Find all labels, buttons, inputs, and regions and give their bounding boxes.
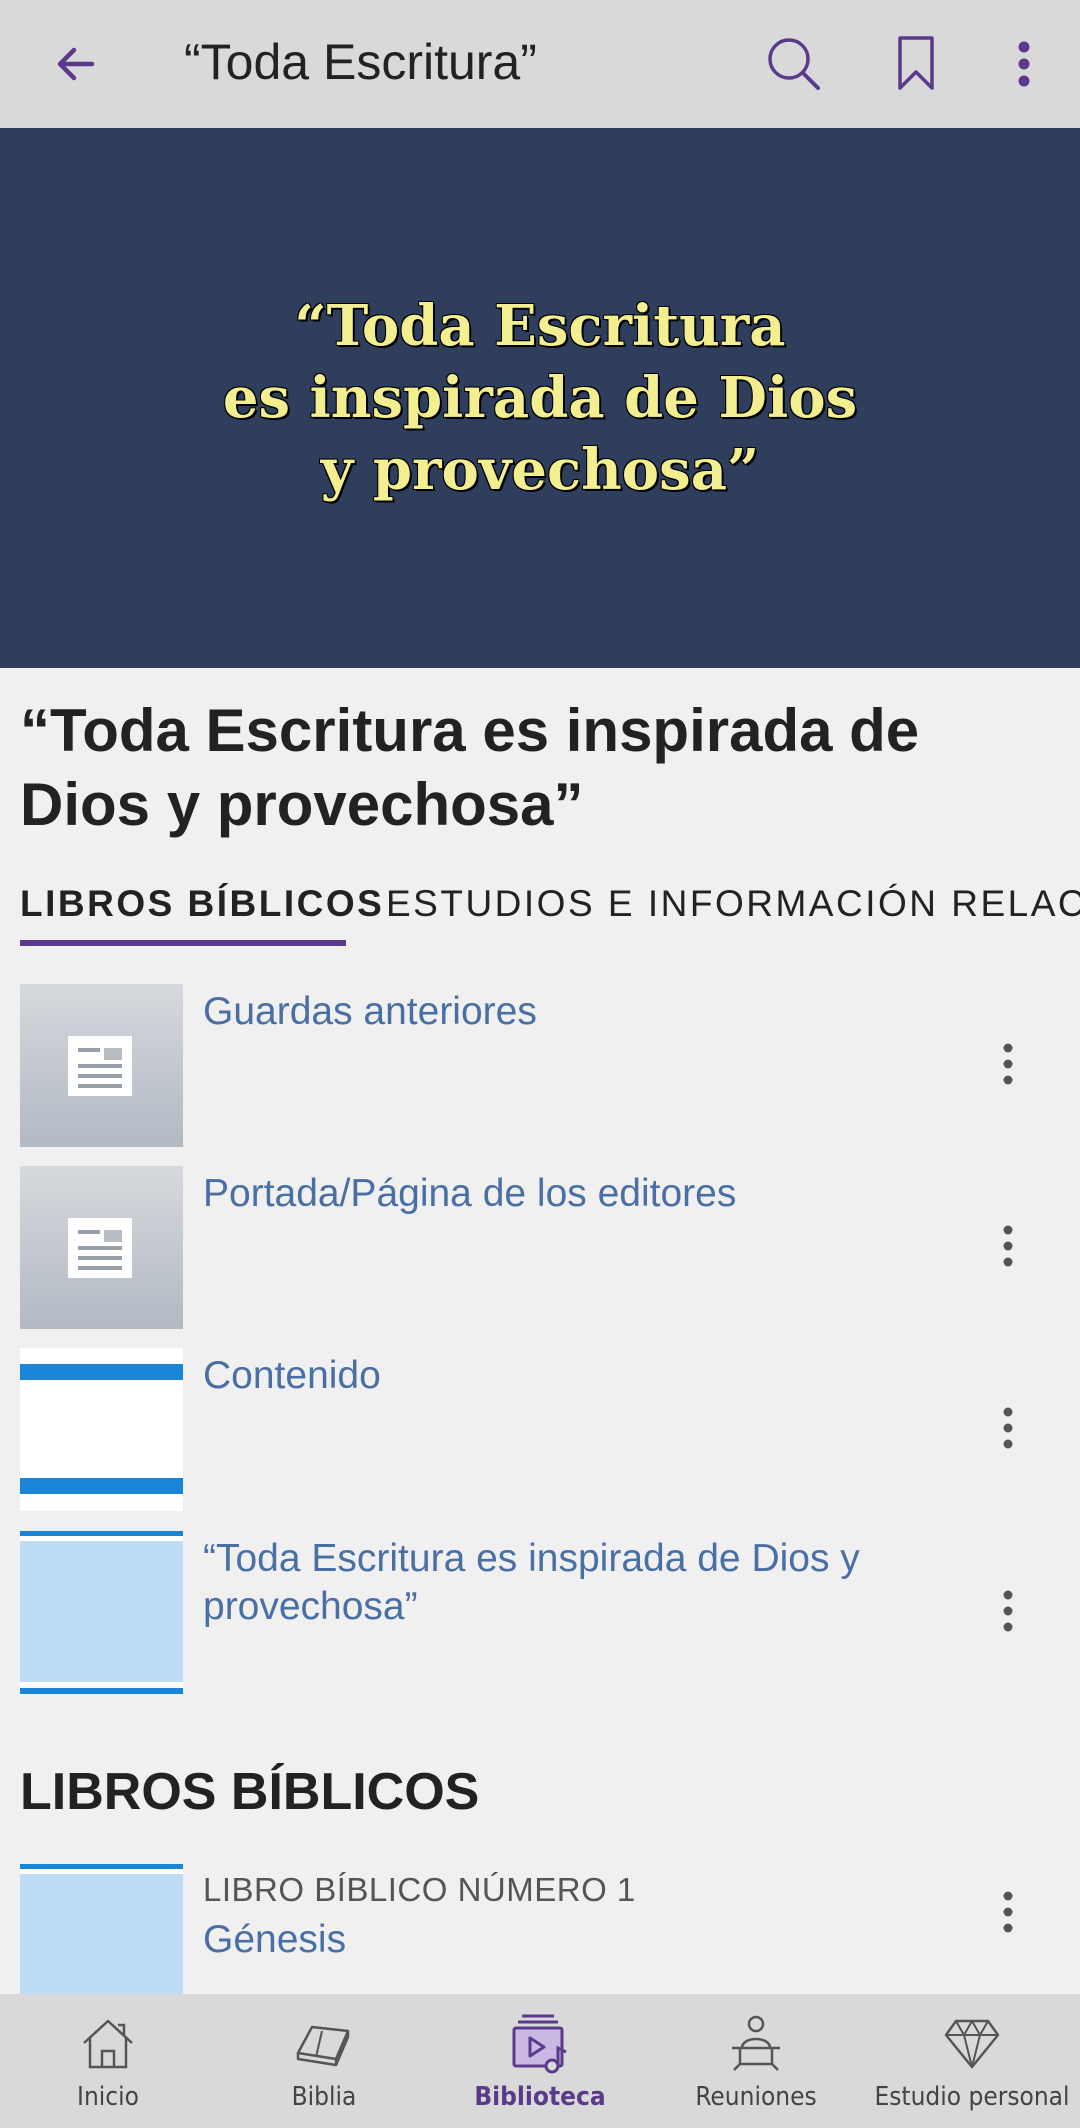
list-item-title[interactable]: Portada/Página de los editores [203,1170,923,1218]
bookmark-button[interactable] [876,24,956,104]
more-vertical-icon [1003,1590,1013,1632]
nav-label: Inicio [77,2082,139,2112]
nav-biblioteca[interactable]: Biblioteca [432,1994,648,2128]
tab-estudios-informacion[interactable]: ESTUDIOS E INFORMACIÓN RELACIONADA [386,872,1080,936]
item-more-button[interactable] [976,1388,1040,1468]
list-item-title[interactable]: “Toda Escritura es inspirada de Dios y p… [203,1535,923,1631]
arrow-left-icon [57,47,95,81]
nav-label: Estudio personal [874,2082,1070,2112]
list-item[interactable]: Contenido [0,1348,1080,1512]
more-vertical-icon [1003,1225,1013,1267]
hero-banner: “Toda Escritura es inspirada de Dios y p… [0,128,1080,668]
nav-inicio[interactable]: Inicio [0,1994,216,2128]
more-vertical-icon [1003,1407,1013,1449]
more-options-button[interactable] [984,24,1064,104]
banner-text: “Toda Escritura es inspirada de Dios y p… [222,293,858,503]
list-item[interactable]: Guardas anteriores [0,984,1080,1148]
bible-icon [288,2010,360,2076]
nav-label: Reuniones [695,2082,817,2112]
page-title: “Toda Escritura” [184,34,537,90]
more-vertical-icon [1003,1891,1013,1933]
contents-thumbnail [20,1348,183,1511]
article-heading: “Toda Escritura es inspirada de Dios y p… [20,697,920,838]
bottom-navigation: Inicio Biblia Biblioteca Reuniones Estud… [0,1994,1080,2128]
nav-biblia[interactable]: Biblia [216,1994,432,2128]
nav-reuniones[interactable]: Reuniones [648,1994,864,2128]
tab-indicator [20,940,346,946]
item-more-button[interactable] [976,1872,1040,1952]
book-name[interactable]: Génesis [203,1916,346,1964]
item-more-button[interactable] [976,1206,1040,1286]
more-vertical-icon [1003,1043,1013,1085]
tab-bar: LIBROS BÍBLICOS ESTUDIOS E INFORMACIÓN R… [0,872,1080,948]
book-number-label: LIBRO BÍBLICO NÚMERO 1 [203,1871,636,1908]
diamond-icon [936,2010,1008,2076]
list-item[interactable]: “Toda Escritura es inspirada de Dios y p… [0,1531,1080,1695]
more-vertical-icon [1018,41,1030,87]
list-item-title[interactable]: Guardas anteriores [203,988,923,1036]
document-thumbnail [20,984,183,1147]
library-icon [504,2010,576,2076]
publication-thumbnail [20,1531,183,1694]
bookmark-icon [898,36,934,90]
item-more-button[interactable] [976,1571,1040,1651]
nav-estudio-personal[interactable]: Estudio personal [864,1994,1080,2128]
home-icon [72,2010,144,2076]
search-button[interactable] [754,24,834,104]
document-icon [68,1218,132,1278]
back-button[interactable] [40,28,112,100]
list-item-title[interactable]: Contenido [203,1352,923,1400]
list-item[interactable]: Portada/Página de los editores [0,1166,1080,1330]
document-thumbnail [20,1166,183,1329]
nav-label: Biblioteca [474,2082,606,2112]
tab-libros-biblicos[interactable]: LIBROS BÍBLICOS [20,872,384,936]
meetings-icon [720,2010,792,2076]
top-app-bar: “Toda Escritura” [0,0,1080,128]
item-more-button[interactable] [976,1024,1040,1104]
search-icon [768,38,820,90]
document-icon [68,1036,132,1096]
nav-label: Biblia [291,2082,357,2112]
section-title: LIBROS BÍBLICOS [20,1763,480,1821]
